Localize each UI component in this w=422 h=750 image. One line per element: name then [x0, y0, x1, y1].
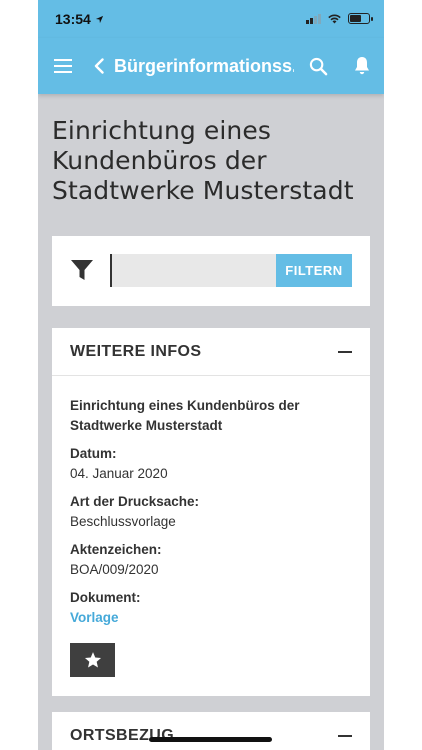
document-label: Dokument:	[70, 590, 141, 605]
search-icon	[309, 57, 327, 75]
collapse-icon[interactable]	[338, 734, 352, 737]
notifications-button[interactable]	[344, 38, 380, 94]
search-button[interactable]	[300, 38, 336, 94]
status-time: 13:54	[55, 11, 104, 27]
location-card-header[interactable]: ORTSBEZUG	[52, 712, 370, 750]
home-indicator	[149, 737, 272, 742]
phone-screen: 13:54 Bürgerinformationss... Einrichtung…	[38, 0, 384, 750]
favorite-button[interactable]	[70, 643, 115, 677]
battery-icon	[348, 13, 373, 24]
file-number-value: BOA/009/2020	[70, 562, 159, 577]
info-card-title: WEITERE INFOS	[70, 342, 202, 360]
document-description: Einrichtung eines Kundenbüros der Stadtw…	[70, 398, 300, 433]
battery-level	[350, 15, 361, 22]
menu-button[interactable]	[38, 38, 88, 94]
cellular-signal-icon	[306, 13, 321, 24]
info-card-body: Einrichtung eines Kundenbüros der Stadtw…	[52, 376, 370, 628]
info-card: WEITERE INFOS Einrichtung eines Kundenbü…	[52, 328, 370, 696]
app-title: Bürgerinformationss...	[114, 55, 294, 76]
bell-icon	[355, 57, 369, 75]
page-title: Einrichtung eines Kundenbüros der Stadtw…	[52, 116, 354, 205]
menu-icon	[54, 59, 72, 73]
app-bar: Bürgerinformationss...	[38, 38, 384, 94]
date-label: Datum:	[70, 446, 117, 461]
back-icon	[94, 58, 104, 74]
location-card: ORTSBEZUG	[52, 712, 370, 750]
file-number-label: Aktenzeichen:	[70, 542, 162, 557]
info-card-header[interactable]: WEITERE INFOS	[52, 328, 370, 376]
filter-icon	[71, 260, 93, 280]
filter-card: FILTERN	[52, 236, 370, 306]
document-type-value: Beschlussvorlage	[70, 514, 176, 529]
wifi-icon	[328, 14, 341, 24]
status-indicators	[306, 13, 373, 24]
location-arrow-icon	[95, 15, 103, 24]
filter-input[interactable]	[110, 254, 276, 287]
filter-button[interactable]: FILTERN	[276, 254, 352, 287]
document-type-label: Art der Drucksache:	[70, 494, 200, 509]
back-button[interactable]	[88, 38, 110, 94]
collapse-icon[interactable]	[338, 350, 352, 353]
status-bar: 13:54	[38, 0, 384, 38]
document-link[interactable]: Vorlage	[70, 608, 119, 628]
date-value: 04. Januar 2020	[70, 466, 168, 481]
star-icon	[84, 652, 101, 668]
